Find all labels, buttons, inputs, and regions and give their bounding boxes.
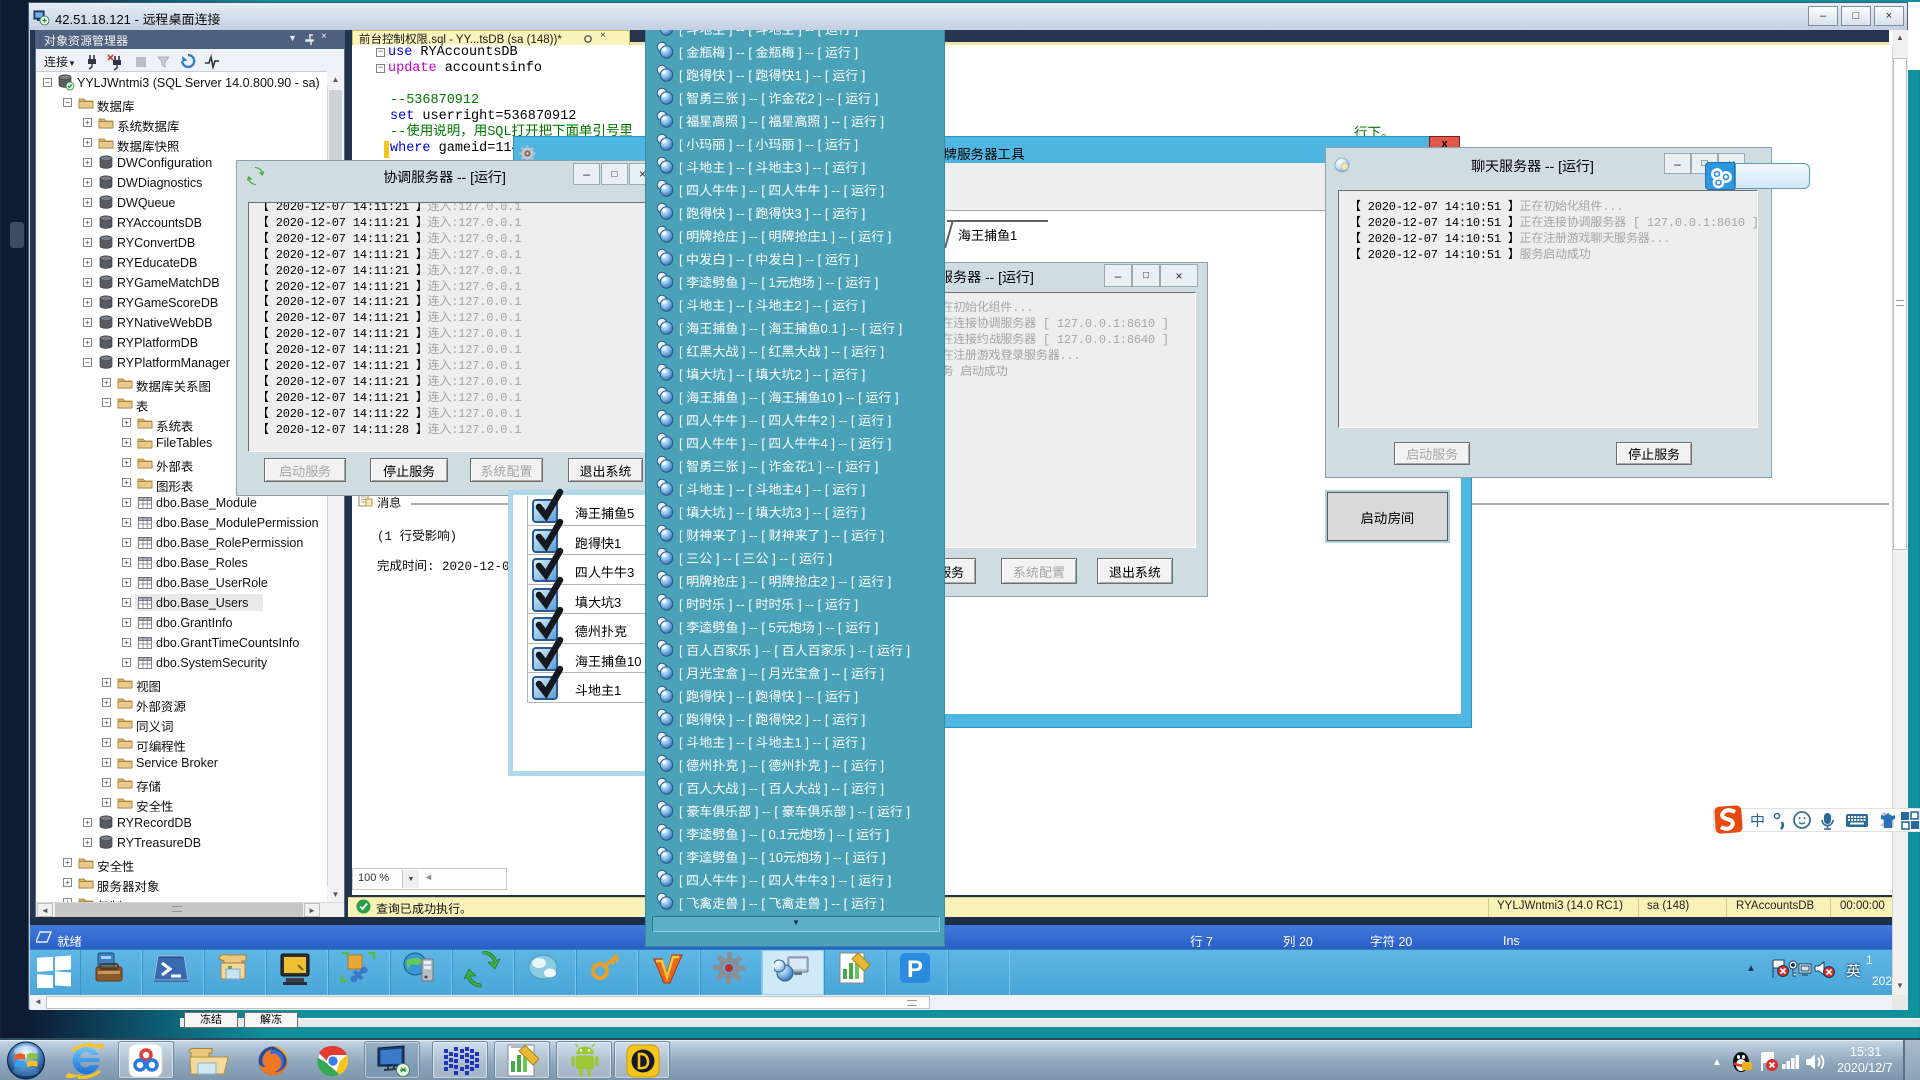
svg-text:P: P bbox=[907, 956, 923, 983]
